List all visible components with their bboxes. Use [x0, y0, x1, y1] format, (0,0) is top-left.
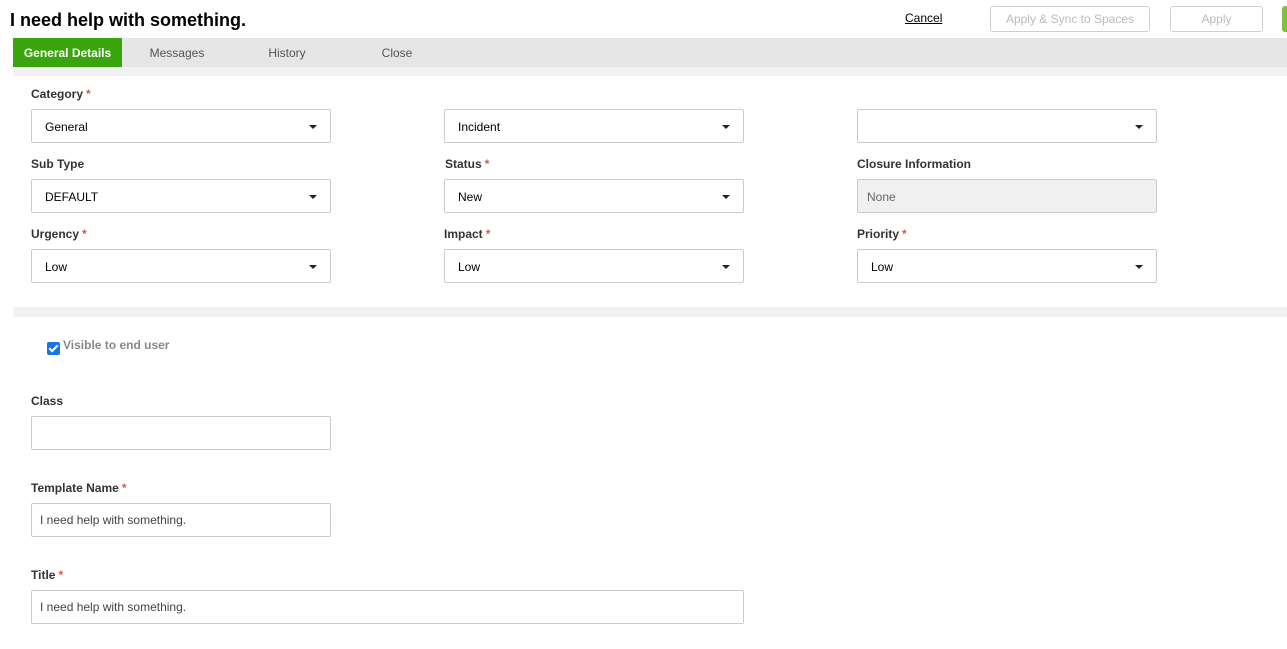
category-value: General: [45, 120, 88, 134]
tab-general-details[interactable]: General Details: [13, 38, 122, 67]
chevron-down-icon: [722, 265, 730, 269]
save-button-edge[interactable]: [1282, 6, 1287, 32]
tab-underline-strip: [13, 67, 1287, 76]
incident-select[interactable]: Incident: [444, 109, 744, 143]
closure-information-field: None: [857, 179, 1157, 213]
sub-type-value: DEFAULT: [45, 190, 99, 204]
required-marker: *: [902, 227, 907, 241]
impact-label: Impact *: [444, 227, 491, 241]
required-marker: *: [485, 227, 491, 241]
tab-history[interactable]: History: [245, 38, 329, 67]
impact-value: Low: [458, 260, 481, 274]
category-label: Category *: [31, 87, 91, 101]
tab-messages[interactable]: Messages: [135, 38, 219, 67]
chevron-down-icon: [722, 125, 730, 129]
required-marker: *: [58, 568, 64, 582]
urgency-value: Low: [45, 260, 68, 274]
cancel-link[interactable]: Cancel: [905, 11, 942, 25]
urgency-select[interactable]: Low: [31, 249, 331, 283]
apply-button[interactable]: Apply: [1170, 6, 1263, 32]
visible-to-end-user-checkbox[interactable]: [47, 342, 60, 355]
chevron-down-icon: [309, 265, 317, 269]
required-marker: *: [86, 87, 91, 101]
tab-close[interactable]: Close: [355, 38, 439, 67]
page-title: I need help with something.: [10, 10, 247, 30]
closure-information-value: None: [867, 190, 896, 204]
incident-value: Incident: [458, 120, 501, 134]
sub-type-select[interactable]: DEFAULT: [31, 179, 331, 213]
chevron-down-icon: [1135, 265, 1143, 269]
priority-label: Priority *: [857, 227, 907, 241]
required-marker: *: [121, 481, 127, 495]
status-value: New: [458, 190, 483, 204]
priority-value: Low: [871, 260, 894, 274]
chevron-down-icon: [722, 195, 730, 199]
chevron-down-icon: [309, 125, 317, 129]
class-input[interactable]: [31, 416, 331, 450]
apply-sync-button[interactable]: Apply & Sync to Spaces: [990, 6, 1150, 32]
sub-type-label: Sub Type: [31, 157, 85, 171]
template-name-input[interactable]: [31, 503, 331, 537]
chevron-down-icon: [1135, 125, 1143, 129]
class-label: Class: [31, 394, 64, 408]
impact-select[interactable]: Low: [444, 249, 744, 283]
visible-to-end-user-label[interactable]: Visible to end user: [63, 338, 169, 352]
urgency-label: Urgency *: [31, 227, 87, 241]
chevron-down-icon: [309, 195, 317, 199]
tab-bar: General Details Messages History Close: [13, 38, 1287, 67]
title-label: Title *: [31, 568, 64, 582]
extra-select[interactable]: [857, 109, 1157, 143]
priority-select[interactable]: Low: [857, 249, 1157, 283]
title-input[interactable]: [31, 590, 744, 624]
template-name-label: Template Name *: [31, 481, 127, 495]
status-select[interactable]: New: [444, 179, 744, 213]
required-marker: *: [484, 157, 490, 171]
required-marker: *: [82, 227, 87, 241]
closure-information-label: Closure Information: [857, 157, 972, 171]
section-divider: [13, 307, 1287, 317]
status-label: Status *: [445, 157, 490, 171]
category-select[interactable]: General: [31, 109, 331, 143]
